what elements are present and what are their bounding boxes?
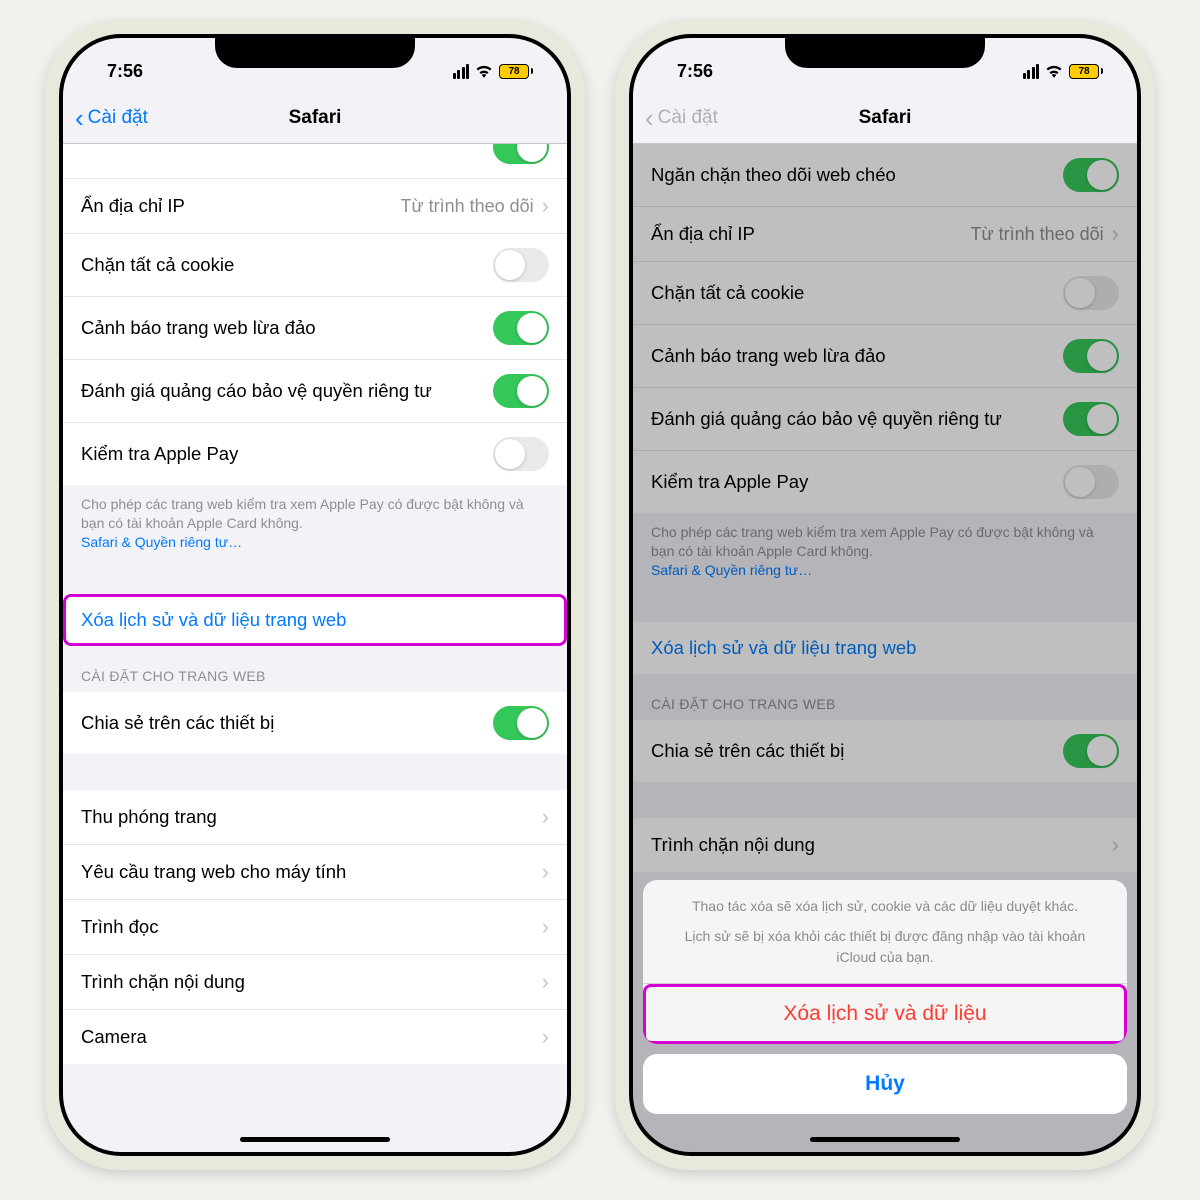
row-share-devices[interactable]: Chia sẻ trên các thiết bị bbox=[63, 692, 567, 754]
toggle-on[interactable] bbox=[493, 706, 549, 740]
row-page-zoom[interactable]: Thu phóng trang › bbox=[63, 790, 567, 845]
row-hide-ip[interactable]: Ẩn địa chỉ IP Từ trình theo dõi › bbox=[63, 179, 567, 234]
wifi-icon bbox=[1045, 64, 1063, 78]
row-block-cookies[interactable]: Chặn tất cả cookie bbox=[63, 234, 567, 297]
chevron-right-icon: › bbox=[542, 969, 549, 995]
chevron-right-icon: › bbox=[542, 1024, 549, 1050]
chevron-right-icon: › bbox=[542, 804, 549, 830]
cellular-icon bbox=[1023, 64, 1040, 79]
chevron-right-icon: › bbox=[542, 193, 549, 219]
footer-note: Cho phép các trang web kiểm tra xem Appl… bbox=[63, 485, 567, 558]
row-desktop-site[interactable]: Yêu cầu trang web cho máy tính › bbox=[63, 845, 567, 900]
section-web-settings: CÀI ĐẶT CHO TRANG WEB bbox=[63, 646, 567, 692]
row-ad-privacy[interactable]: Đánh giá quảng cáo bảo vệ quyền riêng tư bbox=[63, 360, 567, 423]
sheet-cancel-button[interactable]: Hủy bbox=[643, 1054, 1127, 1114]
wifi-icon bbox=[475, 64, 493, 78]
toggle-off[interactable] bbox=[493, 248, 549, 282]
privacy-link[interactable]: Safari & Quyền riêng tư… bbox=[81, 534, 242, 550]
toggle-off[interactable] bbox=[493, 437, 549, 471]
row-camera[interactable]: Camera › bbox=[63, 1010, 567, 1064]
back-button: ‹ Cài đặt bbox=[633, 105, 718, 131]
chevron-left-icon: ‹ bbox=[645, 105, 654, 131]
toggle-on[interactable] bbox=[493, 374, 549, 408]
sheet-message: Thao tác xóa sẽ xóa lịch sử, cookie và c… bbox=[643, 880, 1127, 984]
home-indicator[interactable] bbox=[240, 1137, 390, 1142]
phone-right: 7:56 78 ‹ Cài đặt Safari bbox=[615, 20, 1155, 1170]
nav-bar: ‹ Cài đặt Safari bbox=[633, 92, 1137, 144]
status-time: 7:56 bbox=[663, 61, 713, 82]
back-label: Cài đặt bbox=[658, 107, 718, 129]
back-button[interactable]: ‹ Cài đặt bbox=[63, 105, 148, 131]
action-sheet: Thao tác xóa sẽ xóa lịch sử, cookie và c… bbox=[633, 870, 1137, 1152]
row-clear-history[interactable]: Xóa lịch sử và dữ liệu trang web bbox=[63, 594, 567, 646]
nav-bar: ‹ Cài đặt Safari bbox=[63, 92, 567, 144]
phone-left: 7:56 78 ‹ Cài đặt Safari bbox=[45, 20, 585, 1170]
notch bbox=[215, 34, 415, 68]
row-content-blocker[interactable]: Trình chặn nội dung › bbox=[63, 955, 567, 1010]
chevron-right-icon: › bbox=[542, 859, 549, 885]
row-apple-pay[interactable]: Kiểm tra Apple Pay bbox=[63, 423, 567, 485]
back-label: Cài đặt bbox=[88, 107, 148, 129]
chevron-right-icon: › bbox=[542, 914, 549, 940]
battery-icon: 78 bbox=[1069, 64, 1103, 79]
toggle-on[interactable] bbox=[493, 144, 549, 164]
battery-icon: 78 bbox=[499, 64, 533, 79]
status-time: 7:56 bbox=[93, 61, 143, 82]
row-fraud-warning[interactable]: Cảnh báo trang web lừa đảo bbox=[63, 297, 567, 360]
sheet-clear-button[interactable]: Xóa lịch sử và dữ liệu bbox=[643, 984, 1127, 1044]
toggle-on[interactable] bbox=[493, 311, 549, 345]
cellular-icon bbox=[453, 64, 470, 79]
chevron-left-icon: ‹ bbox=[75, 105, 84, 131]
row-reader[interactable]: Trình đọc › bbox=[63, 900, 567, 955]
home-indicator[interactable] bbox=[810, 1137, 960, 1142]
notch bbox=[785, 34, 985, 68]
row-prevent-tracking-partial[interactable] bbox=[63, 144, 567, 179]
